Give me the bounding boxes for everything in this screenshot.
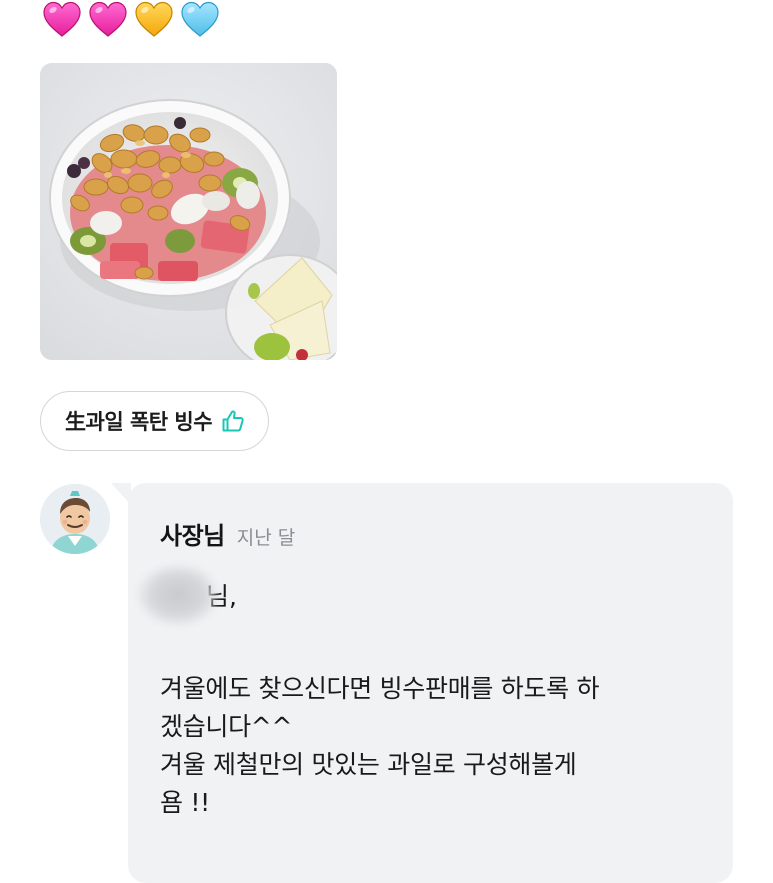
reply-line: 겠습니다^^	[160, 712, 293, 741]
menu-tag-label: 生과일 폭탄 빙수	[65, 410, 213, 434]
reply-line: 겨울 제철만의 맛있는 과일로 구성해볼게	[160, 750, 577, 779]
heart-icon	[89, 1, 127, 37]
bingsu-photo-illustration	[40, 63, 337, 360]
menu-tag-button[interactable]: 生과일 폭탄 빙수	[40, 391, 270, 451]
owner-name: 사장님	[160, 522, 225, 550]
heart-rating	[42, 0, 220, 40]
heart-icon	[43, 1, 81, 37]
reply-line: 겨울에도 찾으신다면 빙수판매를 하도록 하	[160, 674, 600, 703]
reply-greeting: 님,	[136, 560, 237, 630]
owner-reply-text: 겨울에도 찾으신다면 빙수판매를 하도록 하 겠습니다^^ 겨울 제철만의 맛있…	[160, 670, 705, 822]
heart-icon	[135, 1, 173, 37]
reply-time: 지난 달	[236, 527, 296, 549]
owner-reply-header: 사장님 지난 달	[160, 516, 295, 551]
heart-icon	[181, 1, 219, 37]
thumbs-up-icon	[222, 410, 244, 432]
review-photo[interactable]	[40, 63, 337, 360]
owner-avatar	[40, 484, 110, 554]
reply-line: 욤 !!	[160, 788, 210, 817]
blurred-customer-name	[136, 563, 220, 627]
